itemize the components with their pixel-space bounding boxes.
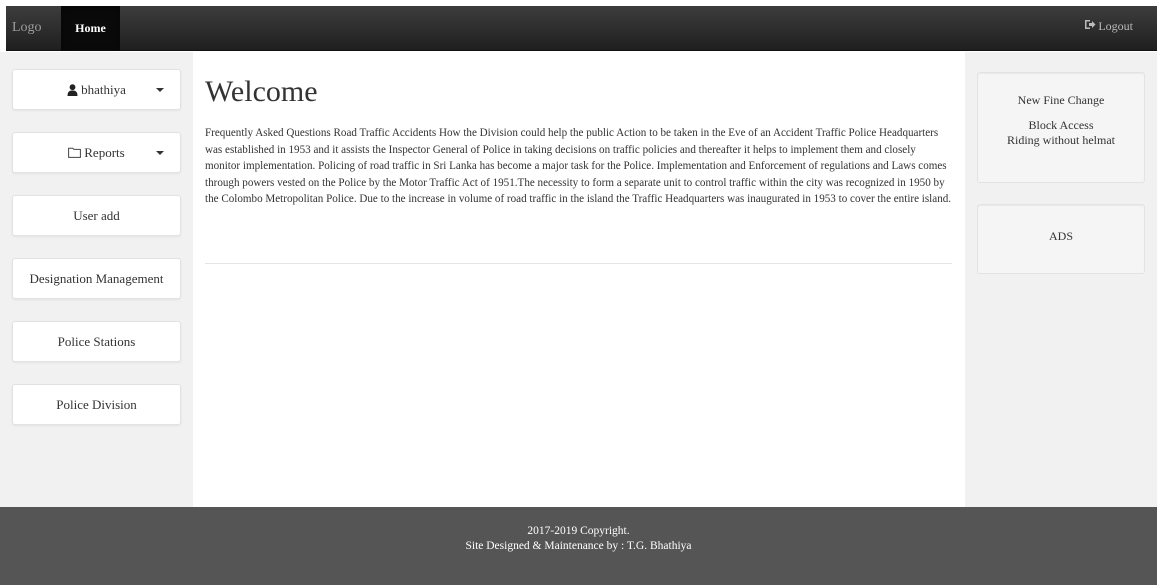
police-division-label: Police Division [56,396,137,412]
ads-label: ADS [1048,229,1073,243]
user-add-button[interactable]: User add [12,195,181,236]
notice-block-access[interactable]: Block Access [978,118,1144,133]
designation-management-button[interactable]: Designation Management [12,258,181,299]
chevron-down-icon [156,88,164,92]
content-divider [205,263,952,264]
folder-icon [68,147,82,158]
intro-paragraph: Frequently Asked Questions Road Traffic … [205,127,952,206]
user-add-label: User add [73,207,120,223]
logout-link[interactable]: Logout [1084,19,1133,34]
nav-home-label: Home [75,21,106,35]
notice-riding-without-helmet[interactable]: Riding without helmat [978,133,1144,148]
right-sidebar: New Fine Change Block Access Riding with… [965,52,1157,507]
footer: 2017-2019 Copyright. Site Designed & Mai… [0,507,1157,585]
designation-management-label: Designation Management [29,270,164,286]
notice-panel: New Fine Change Block Access Riding with… [977,72,1145,183]
notice-new-fine-change[interactable]: New Fine Change [978,93,1144,108]
police-stations-label: Police Stations [57,333,136,349]
logout-label: Logout [1098,19,1133,33]
ads-panel: ADS [977,204,1145,274]
footer-copyright: 2017-2019 Copyright. [527,525,630,537]
reports-dropdown-label: Reports [84,144,125,160]
main-content: Welcome Frequently Asked Questions Road … [193,52,965,507]
sign-out-icon [1084,19,1096,34]
page-title: Welcome [205,75,318,108]
chevron-down-icon [156,151,164,155]
top-navbar: Logo Home Logout [6,6,1157,51]
user-dropdown-label: bhathiya [81,81,126,97]
nav-home-link[interactable]: Home [61,6,120,51]
user-dropdown-button[interactable]: bhathiya [12,69,181,110]
user-icon [67,83,78,96]
reports-dropdown-button[interactable]: Reports [12,132,181,173]
left-sidebar: bhathiya Reports User add Designation Ma… [0,52,193,507]
police-division-button[interactable]: Police Division [12,384,181,425]
brand-logo[interactable]: Logo [12,20,42,36]
footer-credit: Site Designed & Maintenance by : T.G. Bh… [465,540,692,552]
police-stations-button[interactable]: Police Stations [12,321,181,362]
